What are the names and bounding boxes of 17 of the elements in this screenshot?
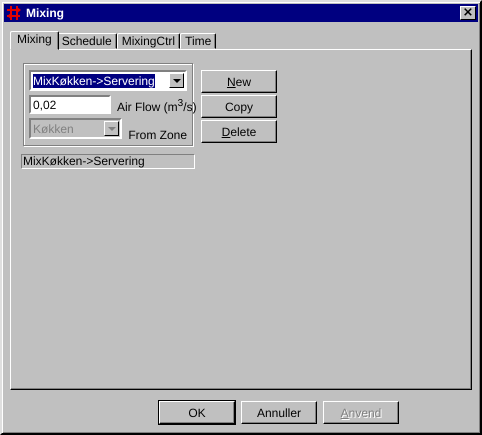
tab[interactable]: Schedule: [56, 33, 117, 49]
window-title: Mixing: [26, 6, 65, 20]
action-button[interactable]: New: [201, 70, 277, 93]
air-flow-field[interactable]: 0,02: [29, 95, 111, 114]
from-zone-label: From Zone: [128, 128, 187, 142]
mixing-dropdown[interactable]: MixKøkken->Servering: [29, 70, 187, 91]
arrows-icon: [6, 5, 22, 21]
action-button[interactable]: Copy: [201, 95, 277, 118]
tab[interactable]: Mixing: [10, 31, 59, 50]
dialog-button[interactable]: Annuller: [241, 401, 317, 424]
air-flow-label: Air Flow (m$^{3}$/s): [117, 98, 197, 114]
status-field: MixKøkken->Servering: [21, 154, 195, 169]
action-button[interactable]: Delete: [201, 120, 277, 143]
dialog-button[interactable]: OK: [159, 401, 235, 424]
close-button[interactable]: ×: [460, 6, 476, 20]
tab[interactable]: Time: [180, 33, 216, 49]
tab[interactable]: MixingCtrl: [116, 33, 180, 49]
